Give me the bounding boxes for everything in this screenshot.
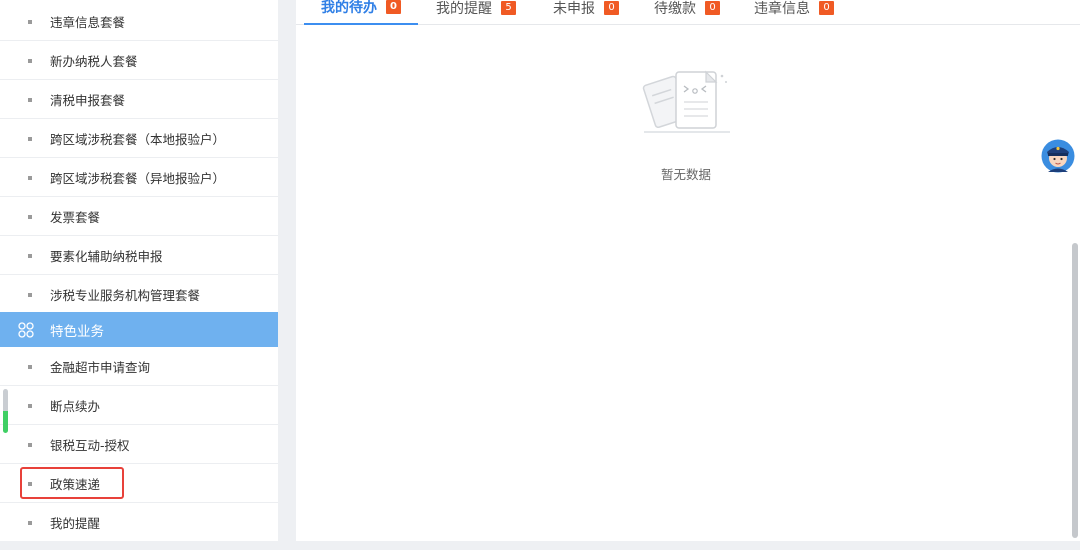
bullet-icon bbox=[28, 404, 32, 408]
main-panel: 我的待办 0 我的提醒 5 未申报 0 待缴款 0 违章信息 0 暂无数据 bbox=[296, 0, 1080, 541]
bullet-icon bbox=[28, 293, 32, 297]
tab-violation-info[interactable]: 违章信息 0 bbox=[744, 0, 844, 25]
tab-label: 我的提醒 bbox=[436, 1, 492, 17]
bullet-icon bbox=[28, 98, 32, 102]
sidebar-item-label: 跨区域涉税套餐（本地报验户） bbox=[50, 131, 226, 147]
tab-label: 违章信息 bbox=[754, 1, 810, 17]
sidebar-item-label: 跨区域涉税套餐（异地报验户） bbox=[50, 170, 226, 186]
sidebar-item-finance-market[interactable]: 金融超市申请查询 bbox=[0, 347, 278, 386]
bullet-icon bbox=[28, 20, 32, 24]
sidebar-item-label: 新办纳税人套餐 bbox=[50, 53, 138, 69]
sidebar-item-label: 违章信息套餐 bbox=[50, 14, 126, 30]
sidebar-item-label: 涉税专业服务机构管理套餐 bbox=[50, 287, 201, 303]
count-badge: 5 bbox=[501, 1, 516, 15]
tab-undeclared[interactable]: 未申报 0 bbox=[541, 0, 631, 25]
sidebar-group-special-business[interactable]: 特色业务 bbox=[0, 312, 278, 347]
sidebar-item-label: 我的提醒 bbox=[50, 516, 101, 531]
tab-label: 待缴款 bbox=[654, 1, 696, 17]
sidebar-item-policy-express[interactable]: 政策速递 bbox=[0, 464, 278, 503]
bullet-icon bbox=[28, 254, 32, 258]
sidebar-item-agency-management[interactable]: 涉税专业服务机构管理套餐 bbox=[0, 275, 278, 314]
bullet-icon bbox=[28, 176, 32, 180]
count-badge: 0 bbox=[386, 0, 401, 14]
tab-label: 我的待办 bbox=[321, 0, 377, 16]
tab-label: 未申报 bbox=[553, 1, 595, 17]
sidebar-item-bank-tax-authorize[interactable]: 银税互动-授权 bbox=[0, 425, 278, 464]
sidebar-item-assisted-declaration[interactable]: 要素化辅助纳税申报 bbox=[0, 236, 278, 275]
bullet-icon bbox=[28, 482, 32, 486]
sidebar-item-clearance-package[interactable]: 清税申报套餐 bbox=[0, 80, 278, 119]
main-scrollbar[interactable] bbox=[1072, 243, 1078, 538]
sidebar-item-label: 断点续办 bbox=[50, 398, 101, 414]
bullet-icon bbox=[28, 365, 32, 369]
bullet-icon bbox=[28, 137, 32, 141]
sidebar-scrollbar[interactable] bbox=[3, 389, 8, 433]
sidebar-item-violation-package[interactable]: 违章信息套餐 bbox=[0, 2, 278, 41]
count-badge: 0 bbox=[819, 1, 834, 15]
police-avatar-icon[interactable] bbox=[1041, 139, 1075, 173]
sidebar-item-invoice-package[interactable]: 发票套餐 bbox=[0, 197, 278, 236]
sidebar-item-my-reminders[interactable]: 我的提醒 bbox=[0, 503, 278, 541]
sidebar-item-label: 金融超市申请查询 bbox=[50, 359, 151, 375]
tab-my-reminders[interactable]: 我的提醒 5 bbox=[426, 0, 526, 25]
sidebar-item-label: 要素化辅助纳税申报 bbox=[50, 248, 163, 264]
sidebar-item-resume-process[interactable]: 断点续办 bbox=[0, 386, 278, 425]
empty-state: 暂无数据 bbox=[626, 66, 746, 183]
sidebar-menu: 违章信息套餐 新办纳税人套餐 清税申报套餐 跨区域涉税套餐（本地报验户） 跨区域… bbox=[0, 0, 278, 541]
empty-state-text: 暂无数据 bbox=[660, 167, 711, 182]
bullet-icon bbox=[28, 59, 32, 63]
tab-bar: 我的待办 0 我的提醒 5 未申报 0 待缴款 0 违章信息 0 bbox=[296, 0, 1080, 25]
tab-my-todo[interactable]: 我的待办 0 bbox=[304, 0, 418, 25]
count-badge: 0 bbox=[604, 1, 619, 15]
bullet-icon bbox=[28, 443, 32, 447]
count-badge: 0 bbox=[705, 1, 720, 15]
sidebar-item-label: 发票套餐 bbox=[50, 209, 101, 225]
grid-icon bbox=[18, 322, 34, 338]
bullet-icon bbox=[28, 215, 32, 219]
sidebar-item-cross-region-remote[interactable]: 跨区域涉税套餐（异地报验户） bbox=[0, 158, 278, 197]
sidebar-item-cross-region-local[interactable]: 跨区域涉税套餐（本地报验户） bbox=[0, 119, 278, 158]
sidebar-item-label: 政策速递 bbox=[50, 476, 101, 492]
sidebar-item-new-taxpayer-package[interactable]: 新办纳税人套餐 bbox=[0, 41, 278, 80]
sidebar-item-label: 银税互动-授权 bbox=[50, 437, 130, 453]
sidebar-group-label: 特色业务 bbox=[50, 323, 104, 340]
tab-pending-payment[interactable]: 待缴款 0 bbox=[642, 0, 732, 25]
bullet-icon bbox=[28, 521, 32, 525]
sidebar-item-label: 清税申报套餐 bbox=[50, 92, 126, 108]
empty-document-icon bbox=[642, 70, 730, 133]
